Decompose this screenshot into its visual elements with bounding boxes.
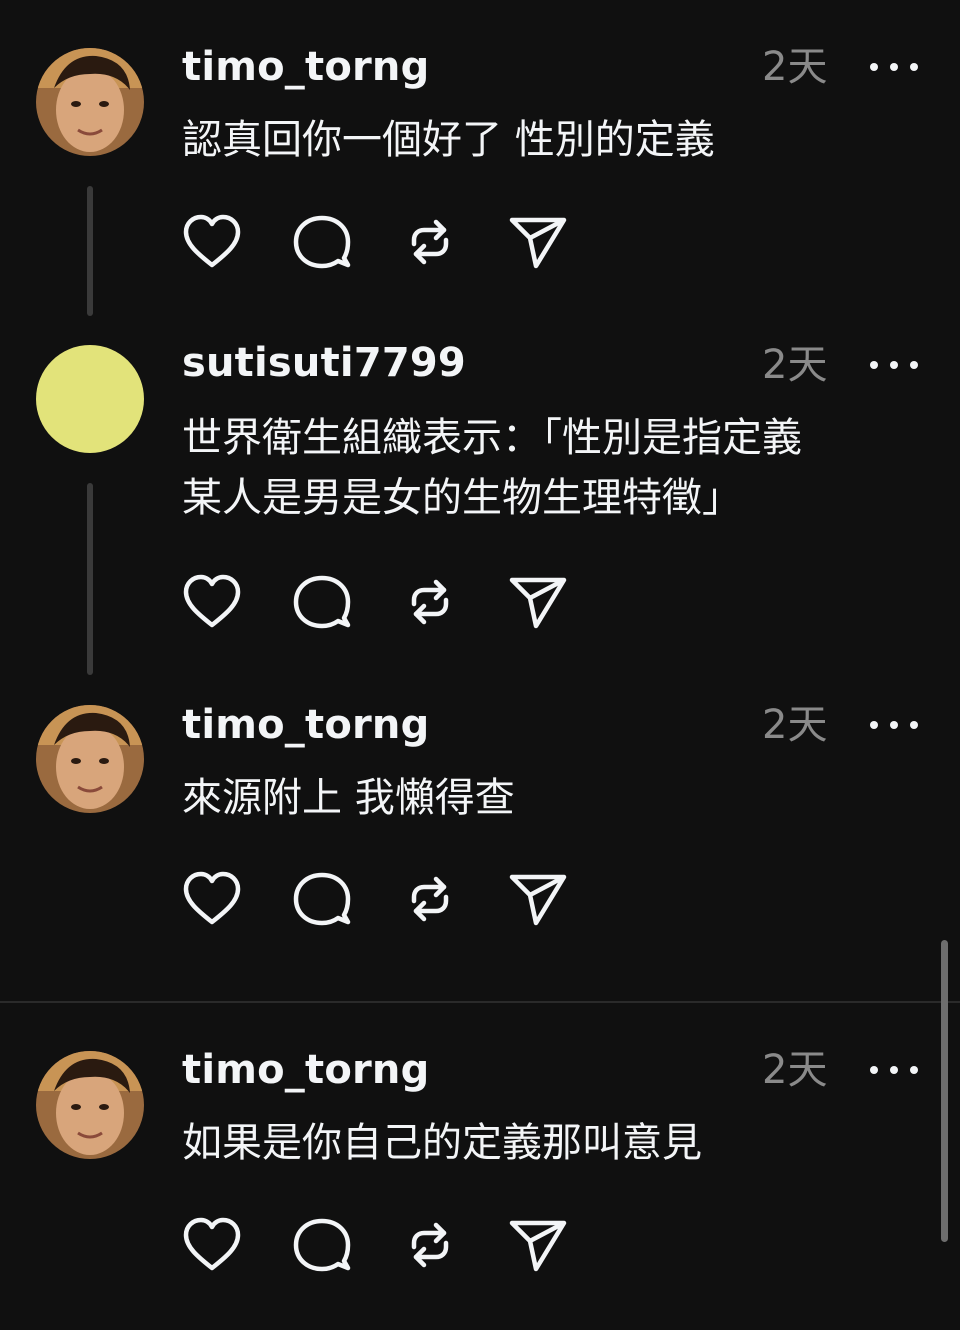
timestamp: 2天 <box>762 342 828 388</box>
action-bar <box>180 570 580 634</box>
timestamp: 2天 <box>762 44 828 90</box>
repost-button[interactable] <box>398 867 462 931</box>
comment-text: 如果是你自己的定義那叫意見 <box>182 1120 702 1166</box>
repost-icon <box>411 579 449 625</box>
thread-connector <box>87 186 93 316</box>
repost-icon <box>411 219 449 265</box>
repost-button[interactable] <box>398 570 462 634</box>
heart-icon <box>183 1217 241 1271</box>
timestamp: 2天 <box>762 1047 828 1093</box>
comment-icon <box>293 872 351 926</box>
reply-button[interactable] <box>290 570 354 634</box>
send-icon <box>509 217 567 269</box>
thread-connector <box>87 483 93 675</box>
comment-icon <box>293 575 351 629</box>
username[interactable]: timo_torng <box>182 42 429 92</box>
action-bar <box>180 210 580 274</box>
send-icon <box>509 577 567 629</box>
avatar[interactable] <box>36 705 144 813</box>
share-button[interactable] <box>506 570 570 634</box>
send-icon <box>509 874 567 926</box>
more-dots-icon <box>870 361 878 369</box>
repost-button[interactable] <box>398 210 462 274</box>
heart-icon <box>183 214 241 268</box>
timestamp: 2天 <box>762 702 828 748</box>
more-dots-icon <box>870 1066 878 1074</box>
comment-text: 來源附上 我懶得查 <box>182 775 515 821</box>
share-button[interactable] <box>506 867 570 931</box>
action-bar <box>180 867 580 931</box>
section-divider <box>0 1001 960 1003</box>
share-button[interactable] <box>506 210 570 274</box>
more-options-button[interactable] <box>870 710 918 740</box>
heart-icon <box>183 871 241 925</box>
scrollbar[interactable] <box>941 940 948 1242</box>
username[interactable]: sutisuti7799 <box>182 338 466 388</box>
action-bar <box>180 1213 580 1277</box>
comment-text: 世界衛生組織表示：「性別是指定義 某人是男是女的生物生理特徵」 <box>182 415 802 521</box>
more-dots-icon <box>870 721 878 729</box>
comment-icon <box>293 215 351 269</box>
like-button[interactable] <box>180 1213 244 1277</box>
heart-icon <box>183 574 241 628</box>
send-icon <box>509 1220 567 1272</box>
reply-button[interactable] <box>290 210 354 274</box>
comment-icon <box>293 1218 351 1272</box>
repost-icon <box>411 876 449 922</box>
like-button[interactable] <box>180 867 244 931</box>
like-button[interactable] <box>180 210 244 274</box>
username[interactable]: timo_torng <box>182 1045 429 1095</box>
share-button[interactable] <box>506 1213 570 1277</box>
repost-icon <box>411 1222 449 1268</box>
avatar[interactable] <box>36 48 144 156</box>
username[interactable]: timo_torng <box>182 700 429 750</box>
reply-button[interactable] <box>290 1213 354 1277</box>
like-button[interactable] <box>180 570 244 634</box>
avatar[interactable] <box>36 345 144 453</box>
more-options-button[interactable] <box>870 52 918 82</box>
more-options-button[interactable] <box>870 350 918 380</box>
more-options-button[interactable] <box>870 1055 918 1085</box>
more-dots-icon <box>870 63 878 71</box>
avatar[interactable] <box>36 1051 144 1159</box>
comment-text: 認真回你一個好了 性別的定義 <box>182 117 715 163</box>
repost-button[interactable] <box>398 1213 462 1277</box>
reply-button[interactable] <box>290 867 354 931</box>
